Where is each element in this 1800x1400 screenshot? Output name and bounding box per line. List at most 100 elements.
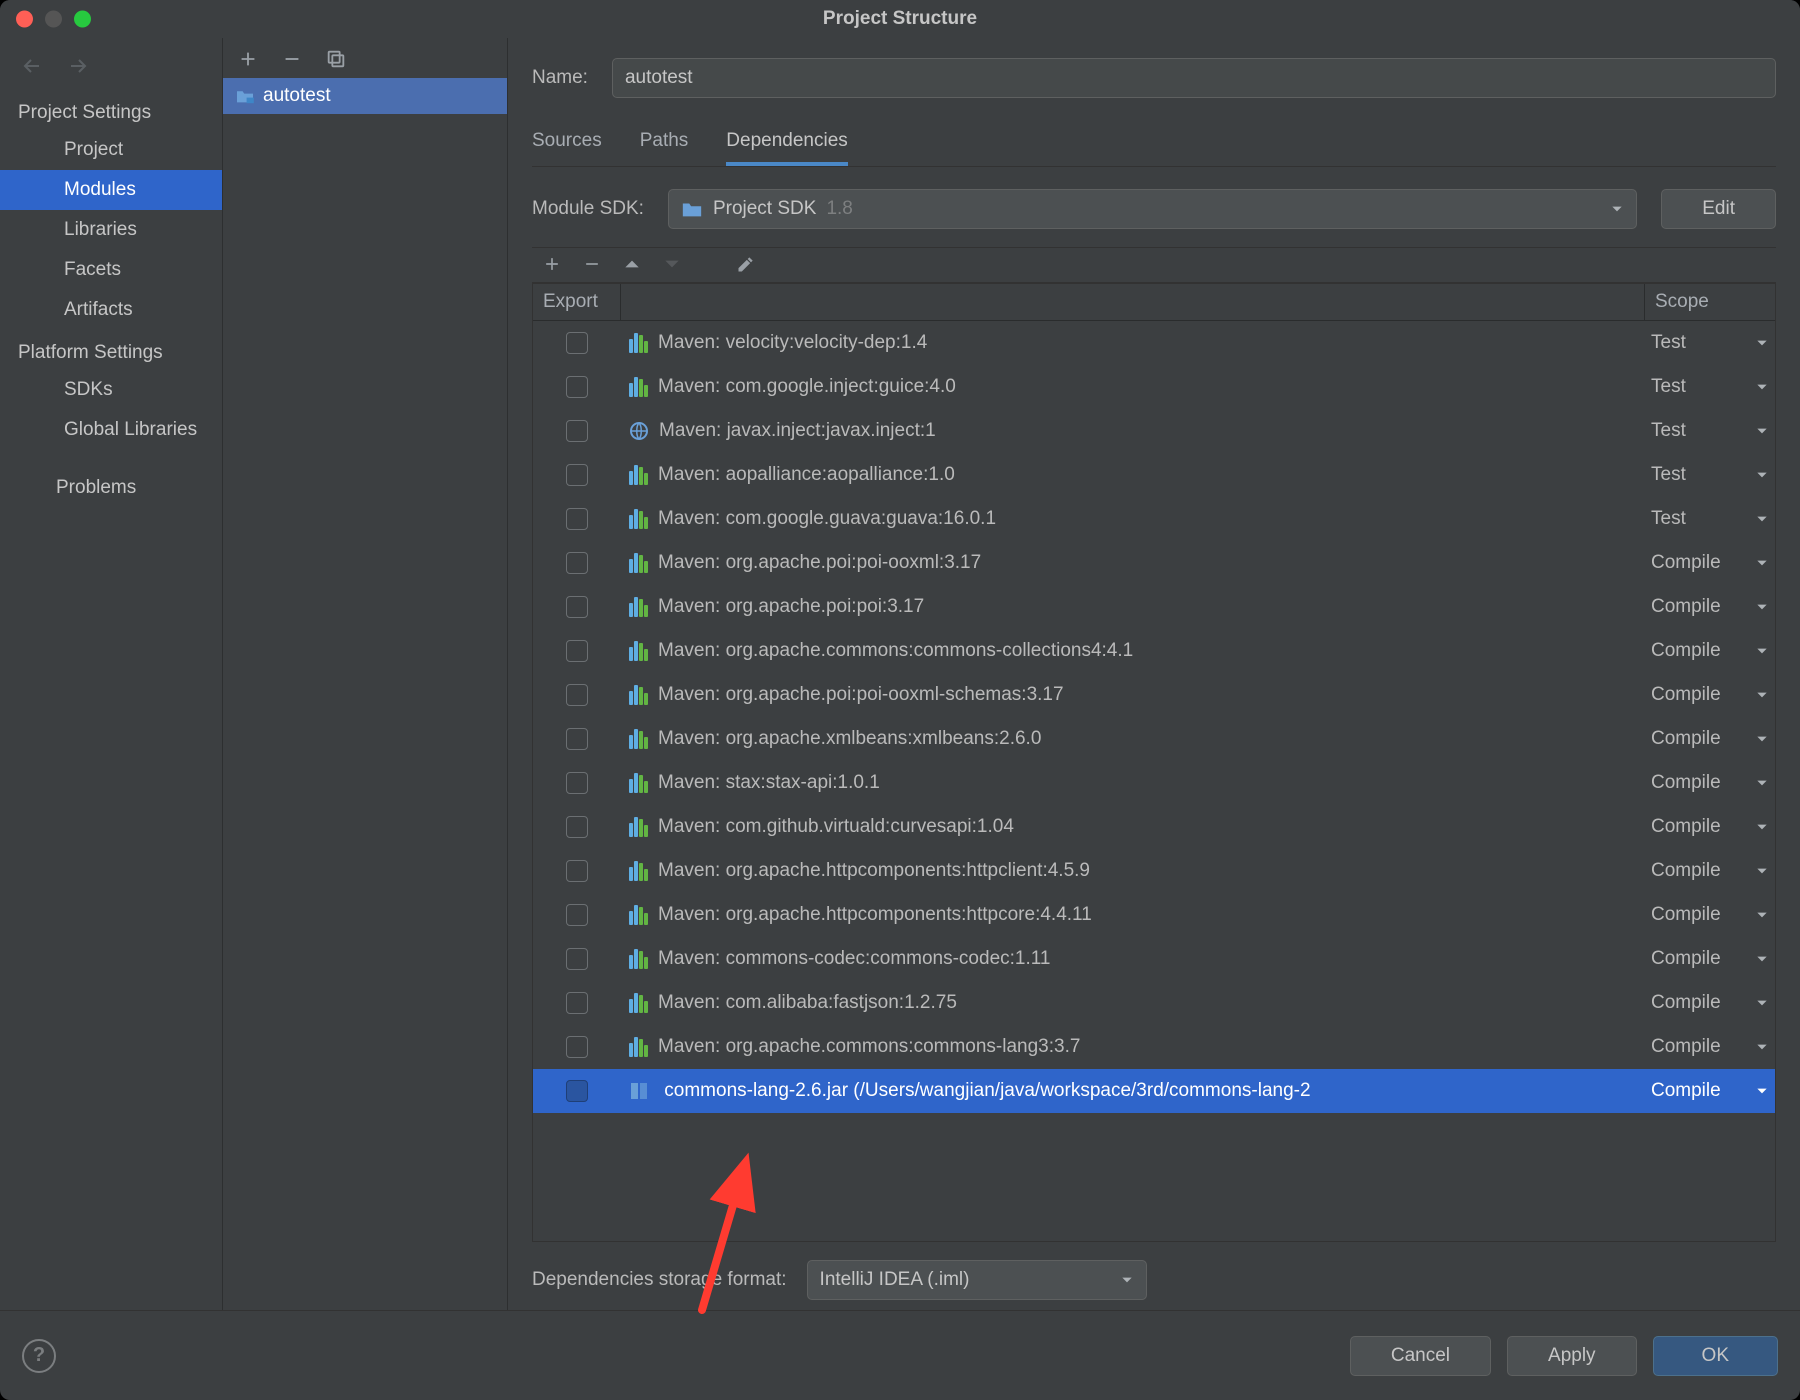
scope-value: Compile (1651, 948, 1721, 970)
table-row[interactable]: Maven: org.apache.commons:commons-collec… (533, 629, 1775, 673)
export-checkbox[interactable] (566, 508, 588, 530)
library-icon (629, 597, 648, 617)
ok-button[interactable]: OK (1653, 1336, 1778, 1376)
scope-cell[interactable]: Compile (1645, 992, 1775, 1014)
scope-cell[interactable]: Compile (1645, 948, 1775, 970)
table-row[interactable]: Maven: org.apache.poi:poi-ooxml:3.17Comp… (533, 541, 1775, 585)
scope-cell[interactable]: Test (1645, 508, 1775, 530)
table-body[interactable]: Maven: velocity:velocity-dep:1.4TestMave… (533, 321, 1775, 1241)
export-checkbox[interactable] (566, 1036, 588, 1058)
export-checkbox[interactable] (566, 772, 588, 794)
copy-module-icon[interactable] (325, 48, 347, 70)
scope-cell[interactable]: Compile (1645, 640, 1775, 662)
scope-cell[interactable]: Compile (1645, 904, 1775, 926)
table-row[interactable]: Maven: org.apache.poi:poi-ooxml-schemas:… (533, 673, 1775, 717)
export-checkbox[interactable] (566, 860, 588, 882)
table-row[interactable]: commons-lang-2.6.jar (/Users/wangjian/ja… (533, 1069, 1775, 1113)
scope-cell[interactable]: Compile (1645, 860, 1775, 882)
chevron-down-icon (1755, 512, 1769, 526)
cancel-button[interactable]: Cancel (1350, 1336, 1491, 1376)
tab-paths[interactable]: Paths (640, 122, 689, 166)
nav-item-sdks[interactable]: SDKs (0, 370, 222, 410)
scope-cell[interactable]: Test (1645, 332, 1775, 354)
add-module-icon[interactable] (237, 48, 259, 70)
tab-dependencies[interactable]: Dependencies (726, 122, 847, 166)
scope-cell[interactable]: Compile (1645, 816, 1775, 838)
scope-cell[interactable]: Compile (1645, 684, 1775, 706)
export-checkbox[interactable] (566, 992, 588, 1014)
table-row[interactable]: Maven: org.apache.poi:poi:3.17Compile (533, 585, 1775, 629)
nav-item-libraries[interactable]: Libraries (0, 210, 222, 250)
table-row[interactable]: Maven: org.apache.xmlbeans:xmlbeans:2.6.… (533, 717, 1775, 761)
nav-item-modules[interactable]: Modules (0, 170, 222, 210)
scope-cell[interactable]: Test (1645, 376, 1775, 398)
forward-icon[interactable] (66, 54, 90, 78)
move-down-icon[interactable] (662, 254, 682, 274)
scope-cell[interactable]: Compile (1645, 1036, 1775, 1058)
close-icon[interactable] (16, 11, 33, 28)
tab-sources[interactable]: Sources (532, 122, 602, 166)
export-checkbox[interactable] (566, 684, 588, 706)
table-row[interactable]: Maven: stax:stax-api:1.0.1Compile (533, 761, 1775, 805)
maximize-icon[interactable] (74, 11, 91, 28)
add-dependency-icon[interactable] (542, 254, 562, 274)
scope-cell[interactable]: Compile (1645, 728, 1775, 750)
module-name-input[interactable] (612, 58, 1776, 98)
table-row[interactable]: Maven: com.google.inject:guice:4.0Test (533, 365, 1775, 409)
back-icon[interactable] (20, 54, 44, 78)
table-row[interactable]: Maven: javax.inject:javax.inject:1Test (533, 409, 1775, 453)
name-cell: Maven: org.apache.poi:poi-ooxml-schemas:… (621, 684, 1645, 706)
nav-item-global-libraries[interactable]: Global Libraries (0, 410, 222, 450)
help-button[interactable]: ? (22, 1339, 56, 1373)
export-checkbox[interactable] (566, 1080, 588, 1102)
table-row[interactable]: Maven: com.google.guava:guava:16.0.1Test (533, 497, 1775, 541)
scope-cell[interactable]: Test (1645, 464, 1775, 486)
chevron-down-icon (1755, 468, 1769, 482)
module-tree-item[interactable]: autotest (223, 78, 507, 114)
export-checkbox[interactable] (566, 552, 588, 574)
export-checkbox[interactable] (566, 904, 588, 926)
table-row[interactable]: Maven: org.apache.httpcomponents:httpcli… (533, 849, 1775, 893)
table-row[interactable]: Maven: com.github.virtuald:curvesapi:1.0… (533, 805, 1775, 849)
edit-sdk-button[interactable]: Edit (1661, 189, 1776, 229)
table-row[interactable]: Maven: org.apache.commons:commons-lang3:… (533, 1025, 1775, 1069)
export-checkbox[interactable] (566, 420, 588, 442)
minimize-icon[interactable] (45, 11, 62, 28)
table-row[interactable]: Maven: com.alibaba:fastjson:1.2.75Compil… (533, 981, 1775, 1025)
nav-item-problems[interactable]: Problems (0, 468, 222, 508)
dialog-footer: ? Cancel Apply OK (0, 1310, 1800, 1400)
export-checkbox[interactable] (566, 728, 588, 750)
storage-format-combo[interactable]: IntelliJ IDEA (.iml) (807, 1260, 1147, 1300)
nav-item-project[interactable]: Project (0, 130, 222, 170)
export-checkbox[interactable] (566, 816, 588, 838)
move-up-icon[interactable] (622, 254, 642, 274)
export-checkbox[interactable] (566, 376, 588, 398)
export-checkbox[interactable] (566, 332, 588, 354)
scope-cell[interactable]: Compile (1645, 772, 1775, 794)
export-checkbox[interactable] (566, 596, 588, 618)
scope-cell[interactable]: Compile (1645, 552, 1775, 574)
storage-format-row: Dependencies storage format: IntelliJ ID… (532, 1260, 1776, 1300)
table-row[interactable]: Maven: org.apache.httpcomponents:httpcor… (533, 893, 1775, 937)
column-export[interactable]: Export (533, 284, 621, 320)
table-row[interactable]: Maven: velocity:velocity-dep:1.4Test (533, 321, 1775, 365)
scope-cell[interactable]: Test (1645, 420, 1775, 442)
column-scope[interactable]: Scope (1645, 284, 1775, 320)
table-row[interactable]: Maven: commons-codec:commons-codec:1.11C… (533, 937, 1775, 981)
apply-button[interactable]: Apply (1507, 1336, 1637, 1376)
name-cell: Maven: org.apache.httpcomponents:httpcor… (621, 904, 1645, 926)
export-checkbox[interactable] (566, 640, 588, 662)
scope-cell[interactable]: Compile (1645, 1080, 1775, 1102)
export-checkbox[interactable] (566, 464, 588, 486)
remove-dependency-icon[interactable] (582, 254, 602, 274)
scope-cell[interactable]: Compile (1645, 596, 1775, 618)
table-row[interactable]: Maven: aopalliance:aopalliance:1.0Test (533, 453, 1775, 497)
remove-module-icon[interactable] (281, 48, 303, 70)
export-checkbox[interactable] (566, 948, 588, 970)
nav-item-artifacts[interactable]: Artifacts (0, 290, 222, 330)
nav-section-project-settings: Project Settings (0, 90, 222, 130)
module-sdk-combo[interactable]: Project SDK 1.8 (668, 189, 1637, 229)
edit-dependency-icon[interactable] (736, 254, 756, 274)
nav-item-facets[interactable]: Facets (0, 250, 222, 290)
export-cell (533, 464, 621, 486)
